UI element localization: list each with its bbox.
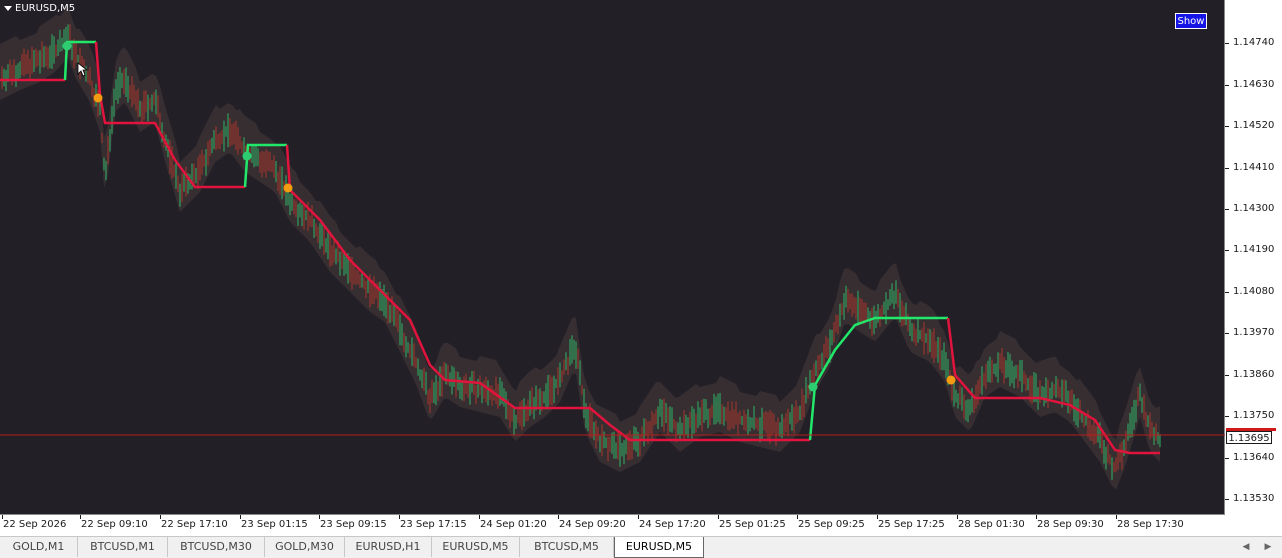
- time-axis-label: 25 Sep 17:25: [878, 519, 945, 530]
- current-price-label: 1.13695: [1226, 431, 1272, 444]
- indicator-band: [0, 7, 1160, 490]
- mouse-pointer-icon: [77, 62, 87, 77]
- chart-tab[interactable]: BTCUSD,M30: [168, 537, 265, 557]
- buy-signal-icon: [62, 41, 72, 51]
- price-axis-label: 1.14080: [1233, 286, 1275, 297]
- price-axis-tick: [1225, 499, 1229, 500]
- price-axis-tick: [1225, 85, 1229, 86]
- price-axis-tick: [1225, 292, 1229, 293]
- price-axis-tick: [1225, 250, 1229, 251]
- buy-signal-icon: [242, 151, 252, 161]
- time-axis-label: 25 Sep 09:25: [798, 519, 865, 530]
- time-axis-label: 22 Sep 09:10: [81, 519, 148, 530]
- time-axis-label: 24 Sep 01:20: [480, 519, 547, 530]
- chart-tab-bar: GOLD,M1 BTCUSD,M1 BTCUSD,M30 GOLD,M30 EURUSD…: [0, 536, 1282, 558]
- sell-signal-icon: [283, 183, 293, 193]
- triangle-down-icon: [4, 6, 12, 11]
- price-axis-tick: [1225, 458, 1229, 459]
- time-axis-label: 22 Sep 2026: [3, 519, 67, 530]
- price-axis[interactable]: 1.14740 1.14630 1.14520 1.14410 1.14300 1.141…: [1225, 0, 1282, 515]
- chart-tab[interactable]: GOLD,M30: [265, 537, 345, 557]
- time-axis-label: 24 Sep 09:20: [559, 519, 626, 530]
- chevron-right-icon[interactable]: ▶: [1262, 541, 1274, 553]
- chart-window[interactable]: EURUSD,M5 Show 1.14740 1.14630 1.14520 1.14…: [0, 0, 1282, 536]
- time-axis[interactable]: 22 Sep 2026 22 Sep 09:10 22 Sep 17:10 23 Se…: [0, 515, 1225, 536]
- time-axis-label: 28 Sep 09:30: [1037, 519, 1104, 530]
- plot-area[interactable]: EURUSD,M5 Show: [0, 0, 1225, 515]
- symbol-title[interactable]: EURUSD,M5: [4, 3, 75, 14]
- price-chart[interactable]: [0, 0, 1225, 515]
- chart-tab[interactable]: BTCUSD,M5: [520, 537, 614, 557]
- time-axis-label: 25 Sep 01:25: [719, 519, 786, 530]
- price-axis-tick: [1225, 126, 1229, 127]
- price-axis-label: 1.13970: [1233, 327, 1275, 338]
- price-axis-tick: [1225, 333, 1229, 334]
- buy-signal-icon: [808, 382, 818, 392]
- chart-tab[interactable]: EURUSD,H1: [345, 537, 432, 557]
- price-axis-tick: [1225, 209, 1229, 210]
- time-axis-label: 28 Sep 17:30: [1117, 519, 1184, 530]
- price-axis-tick: [1225, 43, 1229, 44]
- chevron-left-icon[interactable]: ◀: [1240, 541, 1252, 553]
- time-axis-label: 23 Sep 17:15: [400, 519, 467, 530]
- price-axis-tick: [1225, 416, 1229, 417]
- symbol-title-label: EURUSD,M5: [15, 3, 76, 14]
- time-axis-label: 24 Sep 17:20: [639, 519, 706, 530]
- price-axis-label: 1.13530: [1233, 493, 1275, 504]
- price-axis-label: 1.13860: [1233, 369, 1275, 380]
- time-axis-label: 28 Sep 01:30: [958, 519, 1025, 530]
- price-axis-label: 1.14520: [1233, 120, 1275, 131]
- price-axis-label: 1.14300: [1233, 203, 1275, 214]
- price-axis-label: 1.14740: [1233, 37, 1275, 48]
- price-axis-tick: [1225, 168, 1229, 169]
- price-axis-label: 1.13640: [1233, 452, 1275, 463]
- price-axis-label: 1.14630: [1233, 79, 1275, 90]
- show-button[interactable]: Show: [1175, 13, 1207, 29]
- tab-active-chart[interactable]: EURUSD,M5: [614, 537, 704, 558]
- chart-tab[interactable]: EURUSD,M5: [432, 537, 520, 557]
- sell-signal-icon: [93, 93, 103, 103]
- time-axis-label: 22 Sep 17:10: [161, 519, 228, 530]
- price-axis-label: 1.14410: [1233, 162, 1275, 173]
- time-axis-label: 23 Sep 01:15: [241, 519, 308, 530]
- time-axis-label: 23 Sep 09:15: [320, 519, 387, 530]
- chart-tab[interactable]: BTCUSD,M1: [78, 537, 168, 557]
- chart-tab[interactable]: GOLD,M1: [0, 537, 78, 557]
- price-axis-label: 1.14190: [1233, 244, 1275, 255]
- price-axis-tick: [1225, 375, 1229, 376]
- sell-signal-icon: [946, 375, 956, 385]
- price-axis-label: 1.13750: [1233, 410, 1275, 421]
